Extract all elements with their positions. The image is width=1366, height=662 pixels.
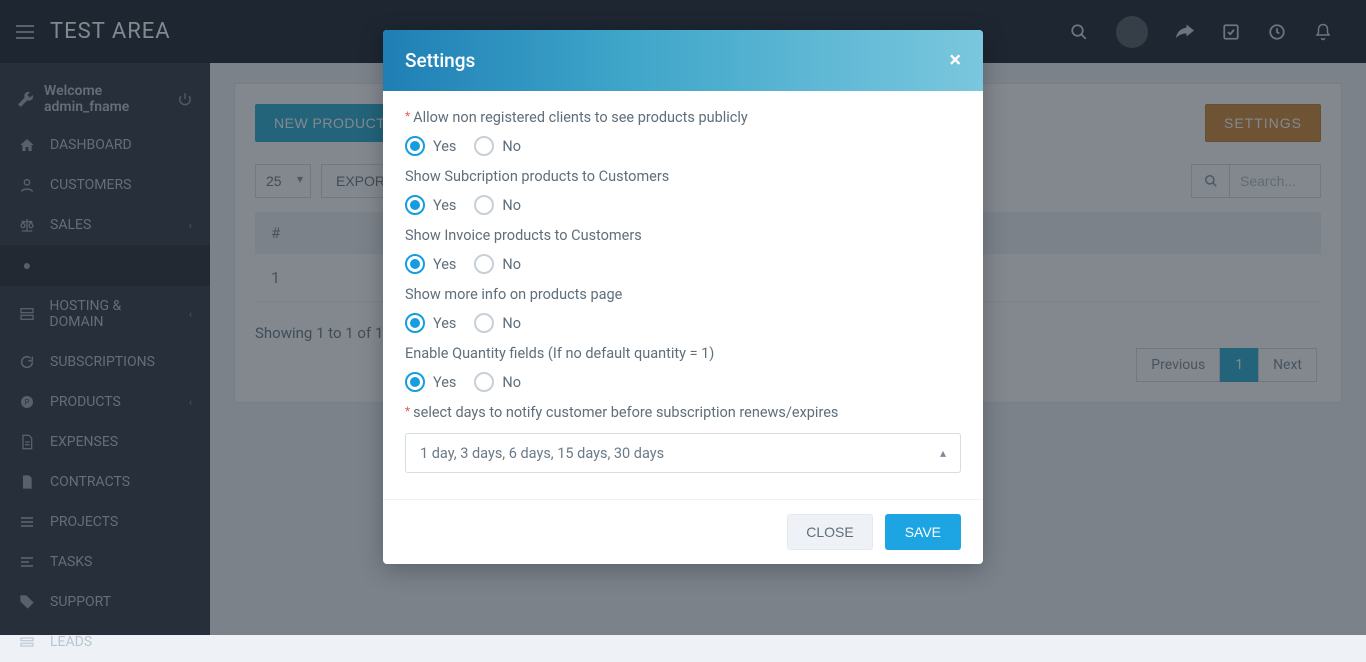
radio-label: Yes: [433, 315, 456, 332]
more-info-yes-radio[interactable]: Yes: [405, 313, 456, 333]
radio-label: Yes: [433, 197, 456, 214]
notify-days-value: 1 day, 3 days, 6 days, 15 days, 30 days: [420, 445, 664, 462]
qty-yes-radio[interactable]: Yes: [405, 372, 456, 392]
show-inv-no-radio[interactable]: No: [474, 254, 521, 274]
qty-no-radio[interactable]: No: [474, 372, 521, 392]
field-qty-label: Enable Quantity fields (If no default qu…: [405, 345, 961, 362]
close-icon[interactable]: ×: [949, 48, 961, 73]
modal-close-button[interactable]: CLOSE: [787, 514, 872, 550]
field-more-info-label: Show more info on products page: [405, 286, 961, 303]
field-show-sub-label: Show Subcription products to Customers: [405, 168, 961, 185]
radio-label: Yes: [433, 256, 456, 273]
radio-label: No: [502, 256, 521, 273]
more-info-no-radio[interactable]: No: [474, 313, 521, 333]
show-inv-yes-radio[interactable]: Yes: [405, 254, 456, 274]
modal-header: Settings ×: [383, 30, 983, 91]
settings-modal: Settings × Allow non registered clients …: [383, 30, 983, 564]
modal-body: Allow non registered clients to see prod…: [383, 91, 983, 499]
allow-public-yes-radio[interactable]: Yes: [405, 136, 456, 156]
field-allow-public-label: Allow non registered clients to see prod…: [405, 109, 961, 126]
sidebar-label: LEADS: [50, 634, 92, 650]
field-show-inv-label: Show Invoice products to Customers: [405, 227, 961, 244]
allow-public-no-radio[interactable]: No: [474, 136, 521, 156]
leads-icon: [18, 634, 36, 650]
radio-label: No: [502, 374, 521, 391]
radio-label: No: [502, 315, 521, 332]
radio-label: Yes: [433, 374, 456, 391]
notify-days-select[interactable]: 1 day, 3 days, 6 days, 15 days, 30 days: [405, 433, 961, 473]
radio-label: No: [502, 197, 521, 214]
modal-save-button[interactable]: SAVE: [885, 514, 961, 550]
show-sub-yes-radio[interactable]: Yes: [405, 195, 456, 215]
modal-footer: CLOSE SAVE: [383, 499, 983, 564]
field-notify-days-label: select days to notify customer before su…: [405, 404, 961, 421]
radio-label: No: [502, 138, 521, 155]
modal-title: Settings: [405, 49, 475, 72]
radio-label: Yes: [433, 138, 456, 155]
show-sub-no-radio[interactable]: No: [474, 195, 521, 215]
